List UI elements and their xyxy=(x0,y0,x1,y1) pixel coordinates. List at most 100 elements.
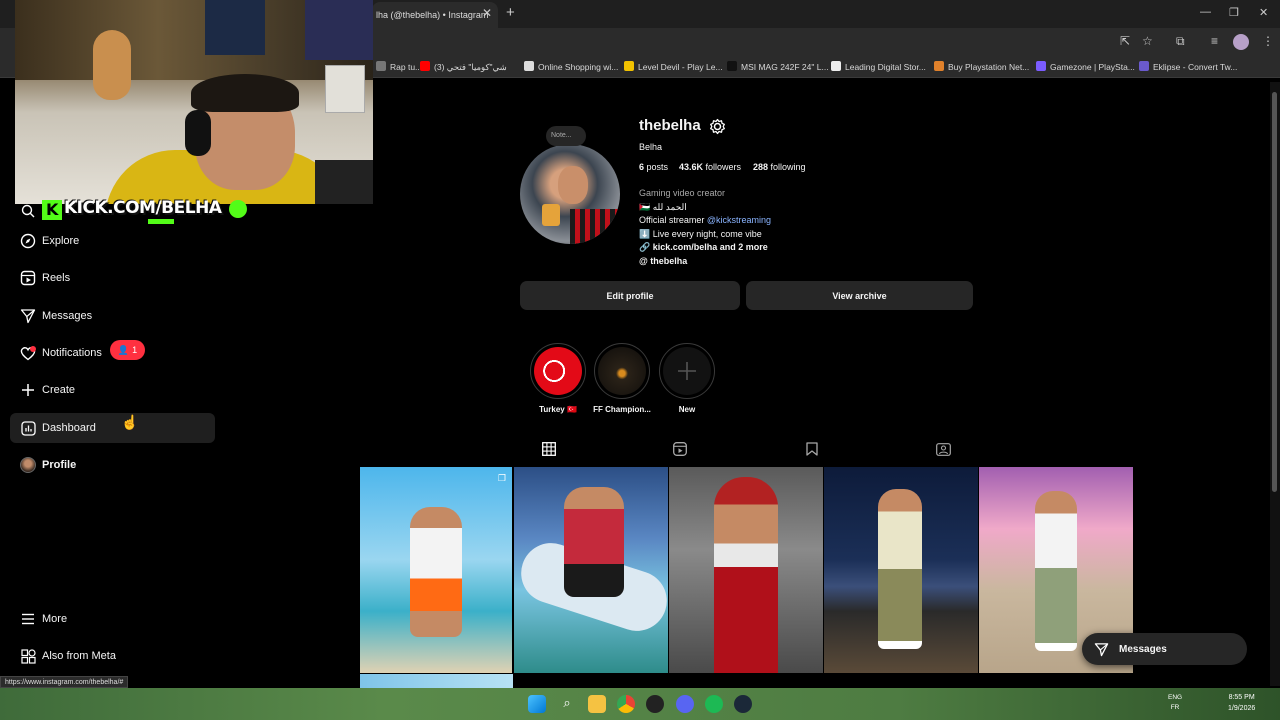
bio-threads-link[interactable]: @ thebelha xyxy=(639,255,771,269)
file-explorer-icon[interactable] xyxy=(588,695,606,713)
highlight-label: Turkey 🇹🇷 xyxy=(539,405,577,414)
discord-icon[interactable] xyxy=(676,695,694,713)
meta-apps-icon xyxy=(14,648,42,664)
bookmark-item[interactable]: Eklipse - Convert Tw... xyxy=(1139,61,1237,72)
sidebar-item-reels[interactable]: Reels xyxy=(10,263,215,293)
browser-menu-icon[interactable]: ⋮ xyxy=(1262,34,1274,48)
bookmark-item[interactable]: MSI MAG 242F 24" L... xyxy=(727,61,829,72)
bookmark-item[interactable]: Leading Digital Stor... xyxy=(831,61,926,72)
tab-tagged[interactable] xyxy=(935,442,951,461)
bookmark-star-icon[interactable]: ☆ xyxy=(1142,34,1153,48)
post-thumbnail[interactable] xyxy=(824,467,978,673)
post-thumbnail[interactable] xyxy=(514,467,668,673)
close-tab-icon[interactable]: ✕ xyxy=(482,6,492,20)
sidebar-item-also-from-meta[interactable]: Also from Meta xyxy=(10,641,215,671)
bio-link-text: kick.com/belha and 2 more xyxy=(652,242,768,253)
sidebar-item-label: Reels xyxy=(42,272,71,284)
bookmark-favicon-icon xyxy=(727,61,737,71)
search-icon xyxy=(14,204,42,218)
restore-icon[interactable]: ❐ xyxy=(1229,6,1239,19)
bookmark-favicon-icon xyxy=(524,61,534,71)
messages-floating-button[interactable]: Messages xyxy=(1082,633,1247,665)
bio-mention-link[interactable]: @kickstreaming xyxy=(707,215,771,225)
note-placeholder: Note... xyxy=(551,132,572,139)
sidebar-item-dashboard[interactable]: Dashboard xyxy=(10,413,215,443)
post-thumbnail[interactable] xyxy=(669,467,823,673)
clock-date: 1/9/2026 xyxy=(1228,705,1256,712)
obs-icon[interactable] xyxy=(646,695,664,713)
notification-badge[interactable]: 👤 1 xyxy=(110,340,145,360)
followers-stat[interactable]: 43.6K followers xyxy=(679,162,741,172)
page-scrollbar-thumb[interactable] xyxy=(1272,92,1277,492)
install-app-icon[interactable]: ⇱ xyxy=(1120,34,1130,48)
taskbar-search-icon[interactable]: ⌕ xyxy=(558,695,576,713)
language-indicator[interactable]: ENG FR xyxy=(1168,693,1182,713)
minimize-icon[interactable]: — xyxy=(1200,6,1211,18)
browser-profile-avatar[interactable] xyxy=(1233,34,1249,50)
highlight-cover xyxy=(598,347,646,395)
edit-profile-button[interactable]: Edit profile xyxy=(520,281,740,310)
avatar xyxy=(20,457,36,473)
tab-reels[interactable] xyxy=(672,441,688,459)
carousel-icon: ❐ xyxy=(497,473,506,483)
bookmark-item[interactable]: شي"كوميا" فتحي (3) xyxy=(420,61,507,73)
post-thumbnail[interactable]: ❐ xyxy=(360,467,512,673)
taskbar-clock[interactable]: 8:55 PM 1/9/2026 xyxy=(1228,692,1255,714)
tab-saved[interactable] xyxy=(804,441,820,459)
tagged-person-icon xyxy=(935,442,951,461)
windows-start-icon[interactable] xyxy=(528,695,546,713)
bio-text: Official streamer xyxy=(639,215,707,226)
sidebar-item-label: Explore xyxy=(42,235,80,247)
bookmark-item[interactable]: Rap tu... xyxy=(376,61,422,72)
close-window-icon[interactable]: ✕ xyxy=(1259,6,1268,19)
sidebar-item-messages[interactable]: Messages xyxy=(10,301,215,331)
sidebar-item-label: More xyxy=(42,613,68,625)
highlight-label: FF Champion... xyxy=(593,405,651,414)
plus-icon xyxy=(14,383,42,397)
bookmark-label: Rap tu... xyxy=(390,62,423,72)
reading-list-icon[interactable]: ≡ xyxy=(1211,34,1218,48)
tab-posts[interactable] xyxy=(541,441,557,459)
sidebar-item-explore[interactable]: Explore xyxy=(10,226,215,256)
bookmark-label: Gamezone | PlaySta... xyxy=(1050,62,1135,72)
sidebar-item-label: Messages xyxy=(42,310,93,322)
webcam-poster xyxy=(325,65,365,113)
highlight-new[interactable] xyxy=(659,343,715,399)
highlight-turkey[interactable] xyxy=(530,343,586,399)
view-archive-button[interactable]: View archive xyxy=(746,281,973,310)
sidebar-item-label: Create xyxy=(42,384,76,396)
new-tab-icon[interactable]: + xyxy=(506,4,515,21)
spotify-icon[interactable] xyxy=(705,695,723,713)
bio-external-link[interactable]: 🔗 kick.com/belha and 2 more xyxy=(639,241,771,255)
sidebar-item-create[interactable]: Create xyxy=(10,375,215,405)
highlight-ff-champion[interactable] xyxy=(594,343,650,399)
webcam-streamer-hair xyxy=(191,74,299,112)
posts-count: 6 xyxy=(639,162,645,172)
chrome-icon[interactable] xyxy=(617,695,635,713)
extensions-icon[interactable]: ⧉ xyxy=(1176,34,1185,49)
sidebar-item-more[interactable]: More xyxy=(10,604,215,634)
search-nav-item[interactable] xyxy=(10,196,215,226)
notification-dot xyxy=(30,346,36,352)
bookmark-item[interactable]: Online Shopping wi... xyxy=(524,61,618,72)
bookmark-item[interactable]: Gamezone | PlaySta... xyxy=(1036,61,1135,72)
highlight-label: New xyxy=(678,405,696,414)
steam-icon[interactable] xyxy=(734,695,752,713)
bookmark-label: MSI MAG 242F 24" L... xyxy=(741,62,829,72)
bookmark-item[interactable]: Buy Playstation Net... xyxy=(934,61,1029,72)
sidebar-item-profile[interactable]: Profile xyxy=(10,450,215,480)
settings-gear-icon[interactable] xyxy=(709,118,726,140)
browser-tab[interactable]: lha (@thebelha) • Instagram xyxy=(372,2,498,28)
bookmark-item[interactable]: Level Devil - Play Le... xyxy=(624,61,723,72)
sidebar-item-label: Notifications xyxy=(42,347,102,359)
profile-picture[interactable] xyxy=(520,144,620,244)
following-stat[interactable]: 288 following xyxy=(753,162,806,172)
sidebar-item-label: Profile xyxy=(42,459,77,471)
threads-icon: @ xyxy=(639,255,651,266)
post-thumbnail[interactable] xyxy=(360,674,513,688)
bookmark-label: Eklipse - Convert Tw... xyxy=(1153,62,1238,72)
post-person xyxy=(714,477,778,673)
post-person xyxy=(564,487,624,597)
note-bubble[interactable]: Note... xyxy=(546,126,586,146)
clock-time: 8:55 PM xyxy=(1228,694,1255,701)
